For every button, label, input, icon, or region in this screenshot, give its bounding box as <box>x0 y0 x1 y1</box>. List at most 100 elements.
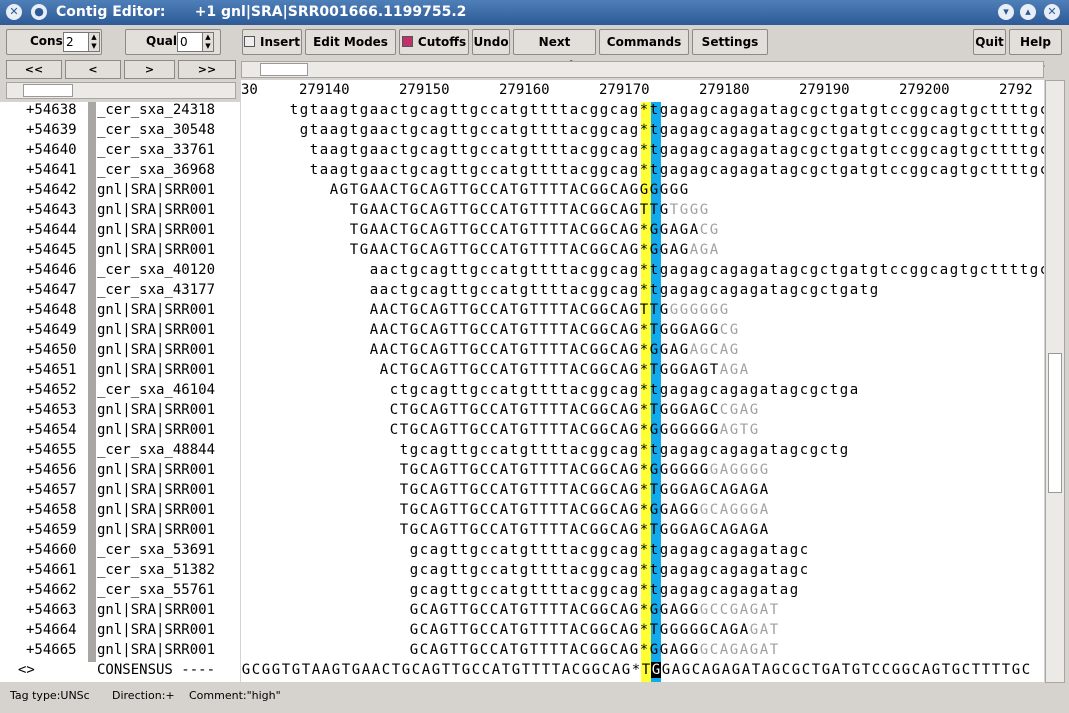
read-name-row[interactable]: +54638 _cer_sxa_24318 <box>0 102 240 122</box>
read-name-row[interactable]: +54654 gnl|SRA|SRR001 <box>0 422 240 442</box>
read-sequence-row[interactable]: T G C A G T T G C C A T G T T T T A C G G C A G * T G G G A G C A G A G A <box>391 482 769 502</box>
read-name-row[interactable]: +54655 _cer_sxa_48844 <box>0 442 240 462</box>
read-sequence-row[interactable]: t a a g t g a a c t g c a g t t g c c a t g t t t t a c g g c a g * t g a g a g… <box>301 142 1044 162</box>
read-sequence-row[interactable]: T G C A G T T G C C A T G T T T T A C G G C A G * G G A G G G C A G G G A <box>391 502 769 522</box>
nav-prev-button[interactable]: < <box>65 60 121 79</box>
read-sequence-row[interactable]: T G C A G T T G C C A T G T T T T A C G G C A G * T G G G A G C A G A G A <box>391 522 769 542</box>
insert-toggle[interactable]: Insert <box>242 29 302 55</box>
read-sequence-row[interactable]: T G C A G T T G C C A T G T T T T A C G G C A G * G G G G G G G A G G G G <box>391 462 769 482</box>
read-sequence-row[interactable]: AACTGCAGTTGCCATGTTTTACGGCAGTTGGGGGGG <box>361 302 729 322</box>
read-sequence-row[interactable]: t g c a g t t g c c a t g t t t t a c g g c a g * t g a g a g c a g a g a t a g… <box>391 442 849 462</box>
read-name-row[interactable]: +54645 gnl|SRA|SRR001 <box>0 242 240 262</box>
help-button[interactable]: Help >> <box>1009 29 1062 73</box>
read-name-row[interactable]: +54660 _cer_sxa_53691 <box>0 542 240 562</box>
read-sequence-row[interactable]: g t a a g t g a a c t g c a g t t g c c a t g t t t t a c g g c a g * t g a g a… <box>291 122 1044 142</box>
read-name-row[interactable]: +54665 gnl|SRA|SRR001 <box>0 642 240 662</box>
read-sequence-row[interactable]: g c a g t t g c c a t g t t t t a c g g c a g * t g a g a g c a g a g a t a g <box>401 582 799 602</box>
read-sequence-row[interactable]: G C A G T T G C C A T G T T T T A C G G C A G * G G A G G G C C G A G A T <box>401 602 779 622</box>
nav-first-button[interactable]: << <box>6 60 62 79</box>
horizontal-scroll-thumb[interactable] <box>260 63 308 76</box>
cutoffs-toggle[interactable]: Cutoffs <box>399 29 469 55</box>
base: * <box>639 102 649 118</box>
read-sequence-row[interactable]: c t g c a g t t g c c a t g t t t t a c g g c a g * t g a g a g c a g a g a t a… <box>381 382 859 402</box>
read-sequence-row[interactable]: g c a g t t g c c a t g t t t t a c g g c a g * t g a g a g c a g a g a t a g c <box>401 542 809 562</box>
read-name-row[interactable]: +54651 gnl|SRA|SRR001 <box>0 362 240 382</box>
read-name-row[interactable]: +54640 _cer_sxa_33761 <box>0 142 240 162</box>
consensus-marker[interactable]: <> <box>18 662 35 678</box>
read-name-row[interactable]: +54639 _cer_sxa_30548 <box>0 122 240 142</box>
close-icon[interactable]: ✕ <box>1044 4 1060 20</box>
consensus-base: G <box>431 662 441 678</box>
names-scrollbar[interactable] <box>6 82 236 99</box>
read-name-row[interactable]: +54656 gnl|SRA|SRR001 <box>0 462 240 482</box>
read-name-row[interactable]: +54643 gnl|SRA|SRR001 <box>0 202 240 222</box>
base: g <box>749 262 759 278</box>
base: g <box>949 102 959 118</box>
read-sequence-row[interactable]: t g t a a g t g a a c t g c a g t t g c c a t g t t t t a c g g c a g * t g a g… <box>281 102 1044 122</box>
read-name-row[interactable]: +54659 gnl|SRA|SRR001 <box>0 522 240 542</box>
maximize-icon[interactable]: ▴ <box>1020 4 1036 20</box>
read-name-row[interactable]: +54646 _cer_sxa_40120 <box>0 262 240 282</box>
read-name-row[interactable]: +54657 gnl|SRA|SRR001 <box>0 482 240 502</box>
base: A <box>569 602 579 618</box>
read-sequence-row[interactable]: a a c t g c a g t t g c c a t g t t t t a c g g c a g * t g a g a g c a g a g a… <box>361 282 879 302</box>
commands-button[interactable]: Commands >> <box>599 29 689 73</box>
read-sequence-row[interactable]: T G A A C T G C A G T T G C C A T G T T T T A C G G C A G * G G A G A G A <box>341 242 719 262</box>
nav-next-button[interactable]: > <box>124 60 175 79</box>
base: T <box>559 302 569 318</box>
read-sequence-row[interactable]: A C T G C A G T T G C C A T G T T T T A C G G C A G * T G G G A G T A G A <box>371 362 749 382</box>
quit-button[interactable]: Quit <box>973 29 1006 55</box>
read-name-row[interactable]: +54663 gnl|SRA|SRR001 <box>0 602 240 622</box>
base: T <box>449 462 459 478</box>
nav-last-button[interactable]: >> <box>178 60 236 79</box>
base: t <box>539 542 549 558</box>
settings-button[interactable]: Settings >> <box>692 29 768 73</box>
read-name-row[interactable]: +54661 _cer_sxa_51382 <box>0 562 240 582</box>
read-name-row[interactable]: +54652 _cer_sxa_46104 <box>0 382 240 402</box>
read-name-row[interactable]: +54648 gnl|SRA|SRR001 <box>0 302 240 322</box>
read-sequence-row[interactable]: G C A G T T G C C A T G T T T T A C G G C A G * T G G G G G C A G A G A T <box>401 622 779 642</box>
base: T <box>649 622 659 638</box>
qual-spin-arrows[interactable]: ▲ ▼ <box>202 32 214 52</box>
read-sequence-row[interactable]: A A C T G C A G T T G C C A T G T T T T A C G G C A G * G G A G A G C A G <box>361 342 739 362</box>
read-sequence-row[interactable]: A A C T G C A G T T G C C A T G T T T T A C G G C A G * T G G G A G G C G <box>361 322 739 342</box>
read-name-row[interactable]: +54650 gnl|SRA|SRR001 <box>0 342 240 362</box>
read-sequence-row[interactable]: AGTGAACTGCAGTTGCCATGTTTTACGGCAGGGGGG <box>321 182 689 202</box>
horizontal-scrollbar[interactable] <box>241 61 1044 78</box>
names-scroll-thumb[interactable] <box>23 84 73 97</box>
read-sequence-row[interactable]: t a a g t g a a c t g c a g t t g c c a t g t t t t a c g g c a g * t g a g a g… <box>301 162 1044 182</box>
read-name-row[interactable]: +54653 gnl|SRA|SRR001 <box>0 402 240 422</box>
base: a <box>689 162 699 178</box>
read-name-row[interactable]: +54664 gnl|SRA|SRR001 <box>0 622 240 642</box>
read-sequence-row[interactable]: G C A G T T G C C A T G T T T T A C G G C A G * G G A G G G C A G A G A T <box>401 642 779 662</box>
next-search-button[interactable]: Next Search <box>513 29 596 73</box>
read-sequence-row[interactable]: TGAACTGCAGTTGCCATGTTTTACGGCAGTTGTGGG <box>341 202 709 222</box>
read-sequence-row[interactable]: a a c t g c a g t t g c c a t g t t t t a c g g c a g * t g a g a g c a g a g a… <box>361 262 1044 282</box>
base: A <box>429 422 439 438</box>
read-name-row[interactable]: +54641 _cer_sxa_36968 <box>0 162 240 182</box>
vertical-scrollbar[interactable] <box>1045 80 1065 683</box>
read-sequence-row[interactable]: C T G C A G T T G C C A T G T T T T A C G G C A G * G G G G G G G A G T G <box>381 422 759 442</box>
read-name-row[interactable]: +54642 gnl|SRA|SRR001 <box>0 182 240 202</box>
edit-modes-button[interactable]: Edit Modes >> <box>305 29 396 73</box>
undo-button[interactable]: Undo <box>472 29 510 55</box>
cons-spin-arrows[interactable]: ▲ ▼ <box>88 32 100 52</box>
read-sequence-row[interactable]: g c a g t t g c c a t g t t t t a c g g c a g * t g a g a g c a g a g a t a g c <box>401 562 809 582</box>
minimize-icon[interactable]: ▾ <box>998 4 1014 20</box>
consensus-base: C <box>1021 662 1031 678</box>
read-sequence-row[interactable]: C T G C A G T T G C C A T G T T T T A C G G C A G * T G G G A G C C G A G <box>381 402 759 422</box>
read-name-row[interactable]: +54658 gnl|SRA|SRR001 <box>0 502 240 522</box>
sequence-panel[interactable]: t g t a a g t g a a c t g c a g t t g c c a t g t t t t a c g g c a g * t g a g… <box>241 102 1044 682</box>
window-options-icon[interactable]: ● <box>31 4 47 20</box>
window-menu-icon[interactable]: ✕ <box>6 4 22 20</box>
consensus-base: T <box>541 662 551 678</box>
read-name-row[interactable]: +54662 _cer_sxa_55761 <box>0 582 240 602</box>
read-name-row[interactable]: +54649 gnl|SRA|SRR001 <box>0 322 240 342</box>
read-name-row[interactable]: +54647 _cer_sxa_43177 <box>0 282 240 302</box>
base: a <box>689 562 699 578</box>
consensus-sequence-row[interactable]: G C G G T G T A A G T G A A C T G C A G T T G C C A T G T T T T A C G G C A G *… <box>241 662 1031 682</box>
read-sequence-row[interactable]: T G A A C T G C A G T T G C C A T G T T T T A C G G C A G * G G A G A C G <box>341 222 719 242</box>
vertical-scroll-thumb[interactable] <box>1048 353 1062 493</box>
base: t <box>509 282 519 298</box>
read-name-row[interactable]: +54644 gnl|SRA|SRR001 <box>0 222 240 242</box>
